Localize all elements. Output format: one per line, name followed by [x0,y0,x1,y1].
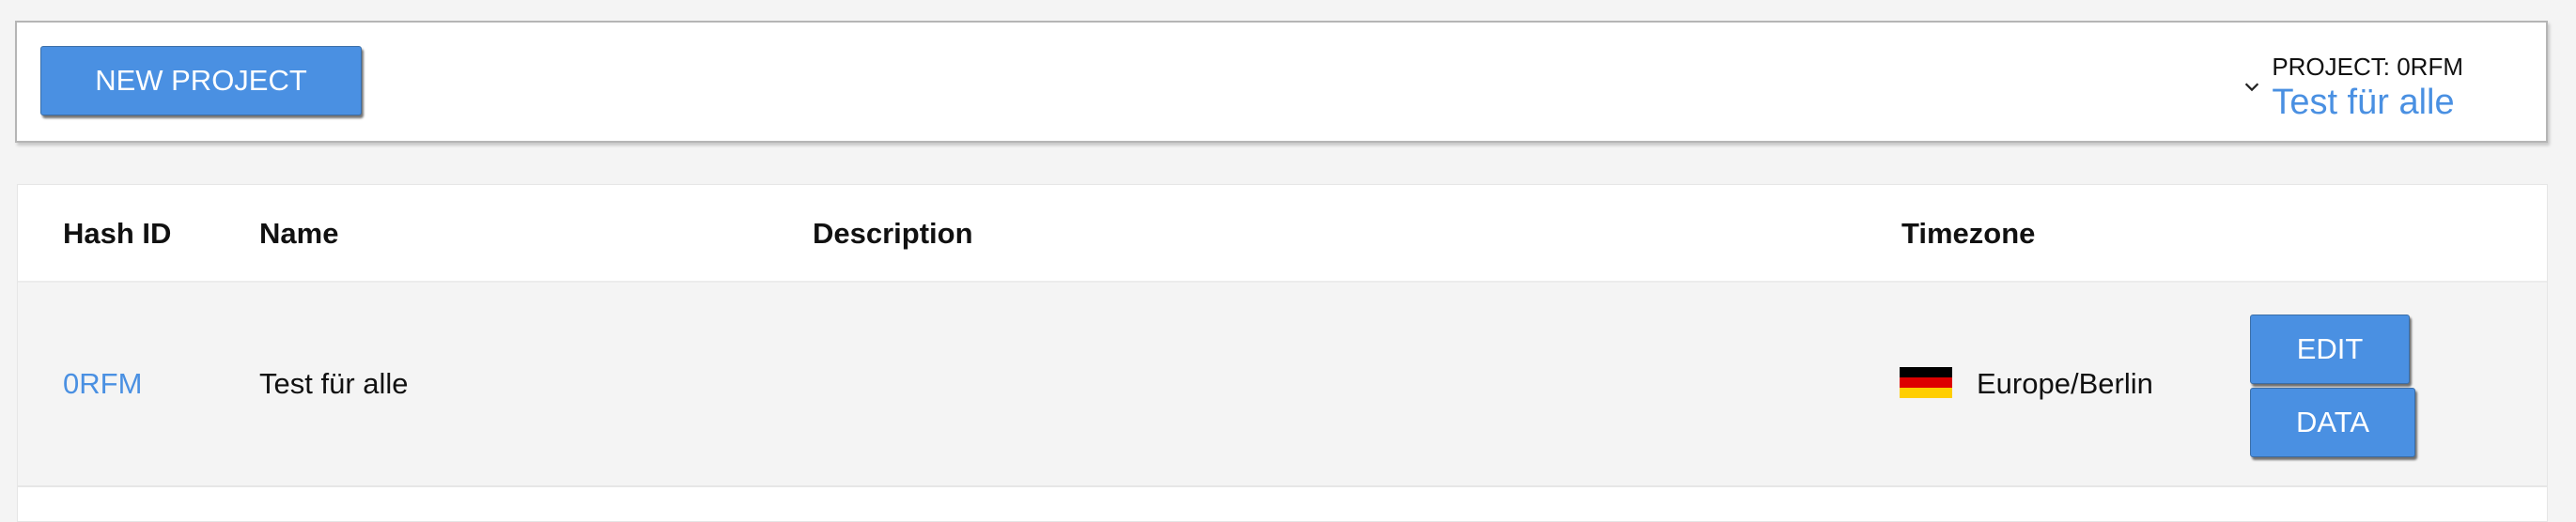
projects-table: Hash ID Name Description Timezone 0RFM T… [17,184,2548,522]
top-toolbar: NEW PROJECT PROJECT: 0RFM Test für alle [15,21,2548,143]
column-header-hash-id: Hash ID [63,217,172,250]
timezone-cell: Europe/Berlin [1977,367,2153,400]
project-caption: PROJECT: 0RFM [2272,53,2463,81]
edit-button[interactable]: EDIT [2250,315,2410,384]
current-project-name: Test für alle [2272,83,2455,122]
table-row: 0RFM Test für alle Europe/Berlin EDIT DA… [18,283,2547,487]
germany-flag-icon [1900,367,1952,398]
project-selector[interactable]: PROJECT: 0RFM Test für alle [2242,51,2463,126]
column-header-name: Name [259,217,339,250]
column-header-description: Description [813,217,973,250]
hash-id-link[interactable]: 0RFM [63,367,142,401]
new-project-button[interactable]: NEW PROJECT [40,46,362,115]
column-header-timezone: Timezone [1901,217,2036,250]
data-button[interactable]: DATA [2250,388,2415,457]
table-header: Hash ID Name Description Timezone [18,185,2547,283]
project-name-cell: Test für alle [259,367,409,400]
chevron-down-icon [2245,83,2259,92]
